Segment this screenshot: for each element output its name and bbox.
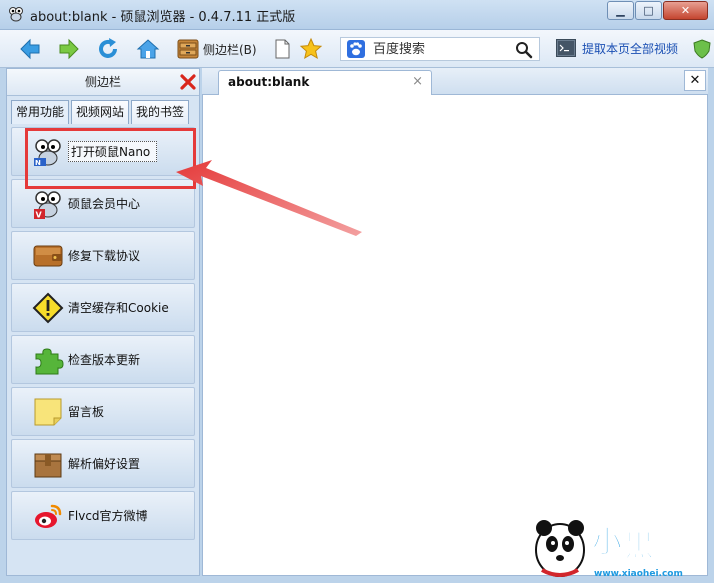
back-arrow-icon (20, 38, 40, 60)
sidebar-item-label: 硕鼠会员中心 (68, 197, 141, 211)
box-icon (34, 453, 62, 477)
minimize-button[interactable]: ▁ (607, 1, 634, 20)
svg-text:游戏: 游戏 (660, 543, 696, 565)
weibo-icon (35, 504, 62, 528)
sidebar-item-message-board[interactable]: 留言板 (11, 387, 195, 436)
sidebar-title: 侧边栏 (84, 75, 121, 89)
sticky-note-icon (34, 398, 62, 425)
highlight-annotation-box (25, 128, 196, 189)
toolbar: 侧边栏(B) 提取本页全部视频 (0, 30, 714, 68)
tab-my-bookmarks[interactable]: 我的书签 (131, 100, 190, 124)
xiaohei-watermark-logo: 小 黑 游戏 www.xiaohei.com (535, 520, 697, 579)
tab-title: about:blank (228, 75, 310, 89)
sidebar-cabinet-icon (177, 39, 199, 59)
maximize-button[interactable]: □ (635, 1, 662, 20)
forward-arrow-icon (59, 38, 79, 60)
refresh-icon (99, 38, 117, 58)
sidebar-item-parse-preferences[interactable]: 解析偏好设置 (11, 439, 195, 488)
tab-common-functions[interactable]: 常用功能 (11, 100, 70, 124)
baidu-paw-icon[interactable] (347, 40, 365, 58)
new-page-button[interactable] (270, 36, 294, 62)
sidebar-item-repair-protocol[interactable]: 修复下载协议 (11, 231, 195, 280)
close-sidebar-icon[interactable] (180, 74, 196, 90)
window-controls: ▁ □ ✕ (606, 1, 708, 20)
blank-page-icon (275, 39, 290, 59)
back-button[interactable] (18, 36, 42, 62)
extract-videos-label: 提取本页全部视频 (582, 41, 679, 56)
sidebar-item-label: 修复下载协议 (68, 249, 141, 263)
extract-videos-button[interactable]: 提取本页全部视频 (556, 39, 678, 57)
sidebar-item-label: 检查版本更新 (68, 353, 141, 367)
tab-strip: about:blank × ✕ (202, 68, 708, 95)
svg-text:www.xiaohei.com: www.xiaohei.com (594, 569, 683, 579)
svg-text:V: V (36, 210, 43, 219)
sidebar-item-check-update[interactable]: 检查版本更新 (11, 335, 195, 384)
app-logo-icon (9, 7, 23, 22)
wallet-icon (33, 245, 63, 266)
sidebar-toggle-button[interactable]: 侧边栏(B) (176, 36, 257, 62)
tab-about-blank[interactable]: about:blank × (218, 70, 432, 95)
sidebar-item-label: 留言板 (68, 405, 105, 419)
puzzle-icon (35, 347, 64, 374)
svg-text:小: 小 (592, 525, 622, 560)
svg-text:黑: 黑 (624, 529, 654, 564)
sidebar-item-label: Flvcd官方微博 (68, 509, 148, 523)
home-icon (136, 39, 160, 59)
search-icon[interactable] (515, 41, 533, 59)
star-icon (299, 37, 323, 60)
search-input[interactable] (373, 41, 513, 57)
page-content-area[interactable] (202, 95, 708, 576)
window-title: about:blank - 硕鼠浏览器 - 0.4.7.11 正式版 (30, 10, 296, 25)
sidebar-item-official-weibo[interactable]: Flvcd官方微博 (11, 491, 195, 540)
close-current-tab-button[interactable]: ✕ (684, 70, 706, 91)
vip-mouse-icon: V (34, 190, 61, 219)
sidebar-function-list: N 打开硕鼠Nano V 硕鼠会员中心 修复下载协议 清空缓存和Cookie 检… (11, 127, 195, 543)
sidebar-toggle-label: 侧边栏(B) (203, 42, 257, 57)
sidebar-item-label: 清空缓存和Cookie (68, 301, 169, 315)
shield-icon (693, 39, 711, 59)
title-bar: about:blank - 硕鼠浏览器 - 0.4.7.11 正式版 ▁ □ ✕ (0, 0, 714, 30)
search-box (340, 37, 540, 61)
warning-icon (32, 292, 64, 323)
shield-button[interactable] (692, 39, 712, 59)
close-tab-icon[interactable]: × (412, 74, 423, 89)
terminal-icon (556, 39, 576, 57)
tab-video-sites[interactable]: 视频网站 (71, 100, 130, 124)
sidebar-item-label: 解析偏好设置 (68, 457, 141, 471)
forward-button[interactable] (57, 36, 81, 62)
sidebar-item-clear-cache[interactable]: 清空缓存和Cookie (11, 283, 195, 332)
favorites-button[interactable] (299, 36, 323, 62)
home-button[interactable] (136, 36, 160, 62)
refresh-button[interactable] (96, 36, 120, 62)
sidebar-tabs: 常用功能 视频网站 我的书签 (7, 96, 199, 124)
sidebar-header: 侧边栏 (7, 69, 199, 96)
close-window-button[interactable]: ✕ (663, 1, 708, 20)
